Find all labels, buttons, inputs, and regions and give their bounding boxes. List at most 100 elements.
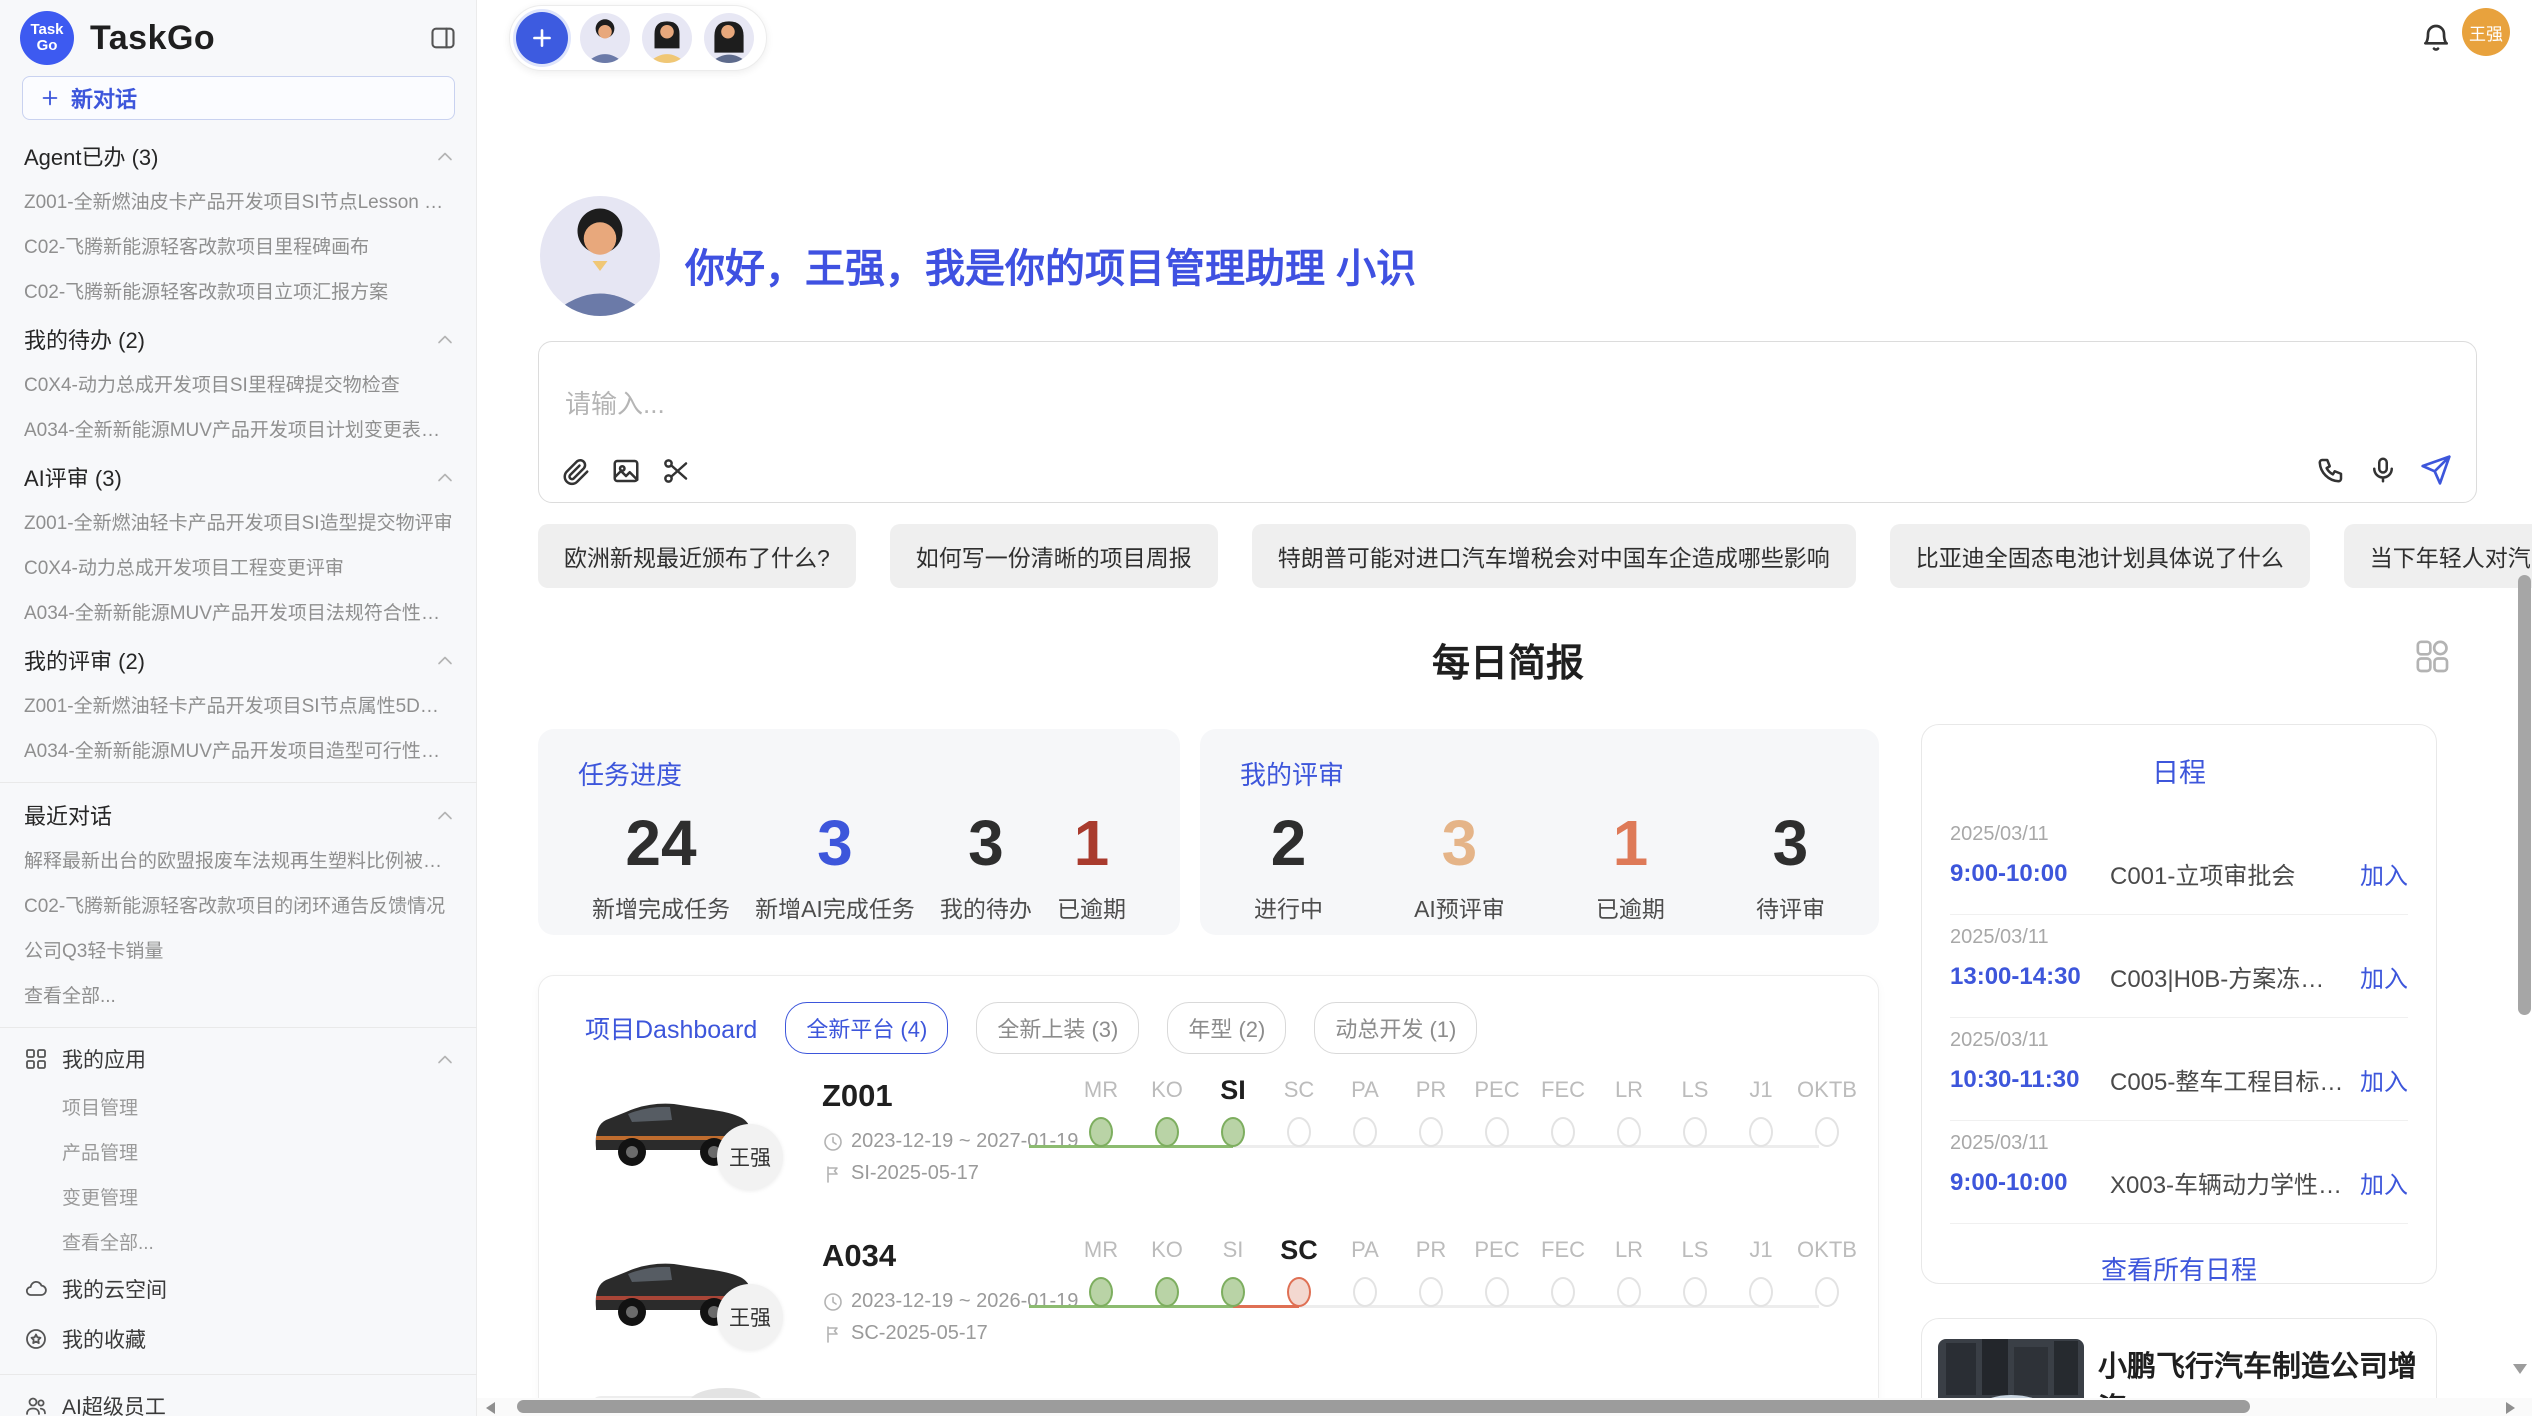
sidebar-item-my-apps[interactable]: 我的应用	[0, 1034, 477, 1084]
briefing-layout-icon[interactable]	[2412, 636, 2452, 676]
stat-value: 1	[1057, 808, 1126, 878]
filter-new-top[interactable]: 全新上装 (3)	[976, 1002, 1139, 1054]
my-review-card[interactable]: 我的评审 2 进行中 3 AI预评审 1 已逾期 3 待评审	[1200, 729, 1879, 935]
vertical-scrollbar-thumb[interactable]	[2518, 575, 2531, 1015]
scissors-icon[interactable]	[661, 456, 691, 486]
sidebar-item[interactable]: 公司Q3轻卡销量	[0, 927, 477, 972]
milestone-fec: FEC	[1531, 1232, 1595, 1307]
section-my-review[interactable]: 我的评审 (2)	[0, 634, 477, 682]
sidebar-item[interactable]: C02-飞腾新能源轻客改款项目里程碑画布	[0, 223, 477, 268]
chevron-up-icon[interactable]	[437, 151, 453, 162]
milestone-pa: PA	[1333, 1072, 1397, 1147]
new-chat-button[interactable]: 新对话	[22, 76, 455, 120]
stat-value: 3	[1756, 808, 1825, 878]
sidebar-item[interactable]: C02-飞腾新能源轻客改款项目的闭环通告反馈情况	[0, 882, 477, 927]
milestone-pec: PEC	[1465, 1072, 1529, 1147]
my-review-stats: 2 进行中 3 AI预评审 1 已逾期 3 待评审	[1240, 808, 1839, 924]
sidebar-item[interactable]: Z001-全新燃油轻卡产品开发项目SI节点属性5D文件评审	[0, 682, 477, 727]
send-icon[interactable]	[2420, 454, 2452, 486]
image-upload-icon[interactable]	[611, 456, 641, 486]
section-title: Agent已办 (3)	[24, 140, 159, 172]
sidebar-collapse-icon[interactable]	[429, 24, 457, 52]
schedule-event[interactable]: 2025/03/11 10:30-11:30 C005-整车工程目标评审 加入	[1950, 1018, 2408, 1121]
phone-call-icon[interactable]	[2316, 455, 2346, 485]
view-all-chats[interactable]: 查看全部...	[0, 972, 477, 1017]
sidebar-item[interactable]: Z001-全新燃油轻卡产品开发项目SI造型提交物评审	[0, 499, 477, 544]
sidebar-item-cloud-space[interactable]: 我的云空间	[0, 1264, 477, 1314]
section-my-todo[interactable]: 我的待办 (2)	[0, 313, 477, 361]
chevron-up-icon[interactable]	[437, 334, 453, 345]
sidebar-item[interactable]: C0X4-动力总成开发项目工程变更评审	[0, 544, 477, 589]
view-all-apps[interactable]: 查看全部...	[0, 1219, 477, 1264]
sidebar-item[interactable]: C0X4-动力总成开发项目SI里程碑提交物检查	[0, 361, 477, 406]
project-code: Z001	[822, 1078, 893, 1114]
schedule-event[interactable]: 2025/03/11 13:00-14:30 C003|H0B-方案冻结评审 加…	[1950, 915, 2408, 1018]
project-row-a034[interactable]: 王强 A034 2023-12-19 ~ 2026-01-19 SC-2025-…	[539, 1222, 1878, 1382]
filter-year-model[interactable]: 年型 (2)	[1167, 1002, 1286, 1054]
agent-avatar-1[interactable]	[580, 13, 630, 63]
suggestion-chip[interactable]: 比亚迪全固态电池计划具体说了什么	[1890, 524, 2310, 588]
task-progress-card[interactable]: 任务进度 24 新增完成任务 3 新增AI完成任务 3 我的待办 1 已逾期	[538, 729, 1180, 935]
notifications-button[interactable]	[2420, 22, 2452, 54]
chevron-up-icon[interactable]	[437, 1054, 453, 1065]
chevron-up-icon[interactable]	[437, 810, 453, 821]
sidebar-item-ai-employee[interactable]: AI超级员工	[0, 1381, 477, 1416]
project-dashboard-card: 项目Dashboard 全新平台 (4) 全新上装 (3) 年型 (2) 动总开…	[538, 975, 1879, 1416]
sidebar-item[interactable]: Z001-全新燃油皮卡产品开发项目SI节点Lesson Learn报告	[0, 178, 477, 223]
view-all-schedule-link[interactable]: 查看所有日程	[1922, 1250, 2436, 1287]
section-ai-review[interactable]: AI评审 (3)	[0, 451, 477, 499]
sidebar: Task Go TaskGo 新对话 Agent已办 (3) Z001-全新燃油…	[0, 0, 477, 1416]
sidebar-item[interactable]: 解释最新出台的欧盟报废车法规再生塑料比例被调至15%...	[0, 837, 477, 882]
milestone-lr: LR	[1597, 1232, 1661, 1307]
sidebar-item[interactable]: A034-全新新能源MUV产品开发项目造型可行性评审	[0, 727, 477, 772]
project-row-z001[interactable]: 王强 Z001 2023-12-19 ~ 2027-01-19 SI-2025-…	[539, 1062, 1878, 1222]
project-owner-badge: 王强	[717, 1124, 783, 1190]
filter-powertrain[interactable]: 动总开发 (1)	[1314, 1002, 1477, 1054]
milestone-si-current: SI	[1201, 1072, 1265, 1147]
add-agent-button[interactable]	[516, 12, 568, 64]
section-agent-done[interactable]: Agent已办 (3)	[0, 130, 477, 178]
paperclip-icon[interactable]	[561, 456, 591, 486]
milestone-pec: PEC	[1465, 1232, 1529, 1307]
event-title: C003|H0B-方案冻结评审	[2110, 959, 2346, 994]
milestone-ls: LS	[1663, 1232, 1727, 1307]
filter-all-new-platform[interactable]: 全新平台 (4)	[785, 1002, 948, 1054]
section-recent-chats[interactable]: 最近对话	[0, 789, 477, 837]
scroll-left-arrow[interactable]	[486, 1402, 495, 1414]
suggestion-chip[interactable]: 如何写一份清晰的项目周报	[890, 524, 1218, 588]
app-item-change-mgmt[interactable]: 变更管理	[0, 1174, 477, 1219]
horizontal-scrollbar-thumb[interactable]	[517, 1400, 2250, 1413]
sidebar-item[interactable]: A034-全新新能源MUV产品开发项目计划变更表编写	[0, 406, 477, 451]
stat-value: 24	[592, 808, 730, 878]
milestone-track: MR KO SI SC PA PR PEC FEC LR LS J1 OKTB	[1029, 1072, 1859, 1182]
user-avatar[interactable]: 王强	[2462, 8, 2510, 56]
agent-avatar-3[interactable]	[704, 13, 754, 63]
join-button[interactable]: 加入	[2360, 1062, 2408, 1097]
microphone-icon[interactable]	[2368, 455, 2398, 485]
suggestion-chip[interactable]: 欧洲新规最近颁布了什么?	[538, 524, 856, 588]
chevron-up-icon[interactable]	[437, 472, 453, 483]
stat-label: 新增AI完成任务	[755, 890, 915, 924]
section-title: AI评审 (3)	[24, 461, 122, 493]
scroll-right-arrow[interactable]	[2506, 1402, 2515, 1414]
join-button[interactable]: 加入	[2360, 959, 2408, 994]
schedule-event[interactable]: 2025/03/11 9:00-10:00 X003-车辆动力学性能验... 加…	[1950, 1121, 2408, 1224]
chevron-up-icon[interactable]	[437, 655, 453, 666]
stat-my-todo: 3 我的待办	[940, 808, 1032, 924]
join-button[interactable]: 加入	[2360, 856, 2408, 891]
milestone-ko: KO	[1135, 1072, 1199, 1147]
user-name: 王强	[2469, 20, 2503, 45]
chat-input[interactable]	[563, 388, 2067, 421]
schedule-event[interactable]: 2025/03/11 9:00-10:00 C001-立项审批会 加入	[1950, 812, 2408, 915]
join-button[interactable]: 加入	[2360, 1165, 2408, 1200]
people-icon	[24, 1394, 48, 1416]
app-item-project-mgmt[interactable]: 项目管理	[0, 1084, 477, 1129]
suggestion-chip[interactable]: 当下年轻人对汽车外观有怎样的喜好趋势	[2344, 524, 2532, 588]
sidebar-item[interactable]: A034-全新新能源MUV产品开发项目法规符合性评审	[0, 589, 477, 634]
app-item-product-mgmt[interactable]: 产品管理	[0, 1129, 477, 1174]
agent-avatar-2[interactable]	[642, 13, 692, 63]
scroll-down-arrow[interactable]	[2513, 1364, 2527, 1374]
suggestion-chip[interactable]: 特朗普可能对进口汽车增税会对中国车企造成哪些影响	[1252, 524, 1856, 588]
sidebar-item[interactable]: C02-飞腾新能源轻客改款项目立项汇报方案	[0, 268, 477, 313]
sidebar-item-favorites[interactable]: 我的收藏	[0, 1314, 477, 1364]
